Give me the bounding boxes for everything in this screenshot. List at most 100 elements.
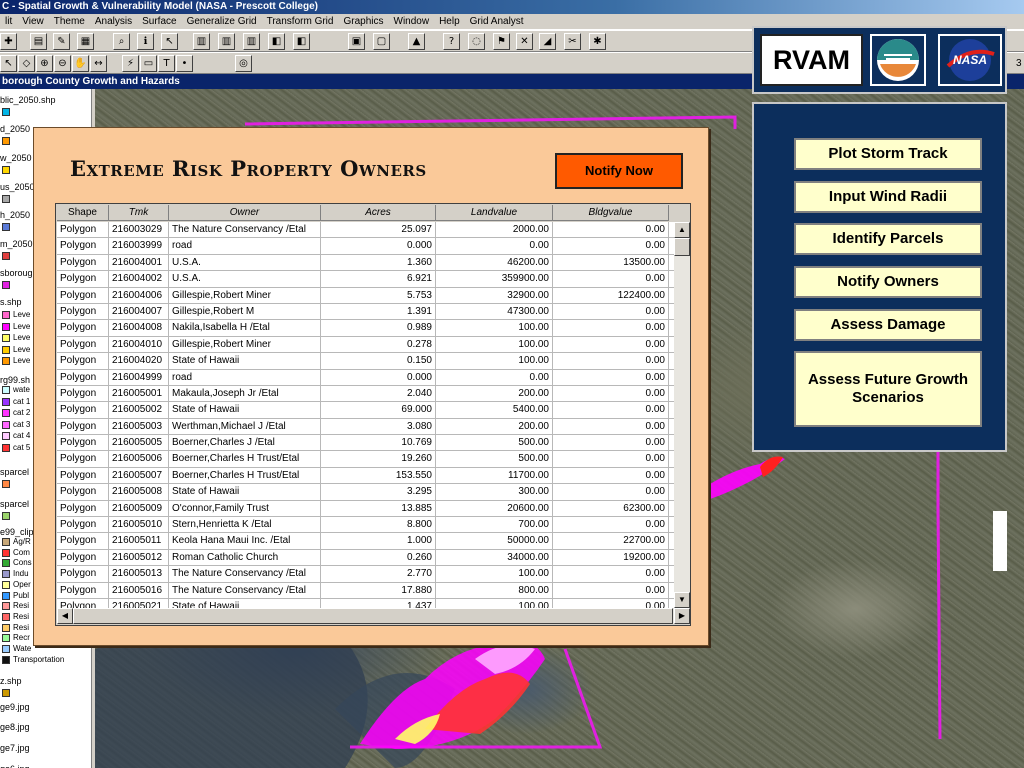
toc-layer-name[interactable]: ge8.jpg: [0, 722, 30, 732]
text-icon[interactable]: T: [158, 55, 175, 72]
toc-layer-name[interactable]: ge7.jpg: [0, 743, 30, 753]
notify-now-button[interactable]: Notify Now: [555, 153, 683, 189]
binoculars-icon[interactable]: ⌕: [113, 33, 130, 50]
plot-storm-track-button[interactable]: Plot Storm Track: [794, 138, 982, 170]
help-icon[interactable]: ?: [443, 33, 460, 50]
table-row[interactable]: Polygon 216004008 Nakila,Isabella H /Etal 0…: [57, 320, 674, 337]
table-row[interactable]: Polygon 216005010 Stern,Henrietta K /Etal 8…: [57, 517, 674, 534]
scroll-left-icon[interactable]: ◀: [57, 608, 73, 624]
table-row[interactable]: Polygon 216004999 road 0.000 0.00 0.00: [57, 369, 674, 386]
label-icon[interactable]: ▭: [140, 55, 157, 72]
toc-layer-name[interactable]: d_2050: [0, 124, 30, 134]
menu-item[interactable]: Theme: [49, 16, 90, 27]
spray-icon[interactable]: ◎: [235, 55, 252, 72]
open-icon[interactable]: ▤: [30, 33, 47, 50]
toc-layer-name[interactable]: sparcel: [0, 467, 29, 477]
toc-layer-name[interactable]: m_2050: [0, 239, 33, 249]
column-header[interactable]: Owner: [169, 205, 321, 221]
vertex-icon[interactable]: ◇: [18, 55, 35, 72]
measure-icon[interactable]: ↔: [90, 55, 107, 72]
info-icon[interactable]: ℹ: [137, 33, 154, 50]
draw-icon[interactable]: ◌: [468, 33, 485, 50]
table-row[interactable]: Polygon 216005003 Werthman,Michael J /Etal…: [57, 418, 674, 436]
table-row[interactable]: Polygon 216005021 State of Hawaii 1.437 100.…: [57, 598, 674, 608]
column-header[interactable]: Acres: [321, 205, 436, 221]
menu-item[interactable]: Analysis: [90, 16, 137, 27]
toc-layer-name[interactable]: rg99.sh: [0, 375, 30, 385]
bug-icon[interactable]: ✱: [589, 33, 606, 50]
toc-layer-name[interactable]: w_2050: [0, 153, 32, 163]
assess-future-growth-button[interactable]: Assess Future Growth Scenarios: [794, 351, 982, 427]
identify-parcels-button[interactable]: Identify Parcels: [794, 223, 982, 255]
add-icon[interactable]: ✚: [0, 33, 17, 50]
horizontal-scrollbar[interactable]: ◀ ▶: [57, 608, 690, 624]
table-row[interactable]: Polygon 216005006 Boerner,Charles H Trust/…: [57, 451, 674, 468]
toc-layer-name[interactable]: us_2050: [0, 182, 35, 192]
arrow-icon[interactable]: ↖: [0, 55, 17, 72]
toc-layer-name[interactable]: ge9.jpg: [0, 702, 30, 712]
menu-item[interactable]: lit: [0, 16, 17, 27]
table-row[interactable]: Polygon 216004007 Gillespie,Robert M 1.391 4…: [57, 303, 674, 321]
toc-layer-name[interactable]: s.shp: [0, 297, 22, 307]
notify-owners-button[interactable]: Notify Owners: [794, 266, 982, 298]
calc-icon[interactable]: ▦: [77, 33, 94, 50]
menu-item[interactable]: Transform Grid: [262, 16, 339, 27]
scroll-up-icon[interactable]: ▲: [674, 222, 690, 238]
area-icon[interactable]: ◢: [539, 33, 556, 50]
table-row[interactable]: Polygon 216005012 Roman Catholic Church 0.2…: [57, 549, 674, 567]
pointer-icon[interactable]: ↖: [161, 33, 178, 50]
toc-layer-name[interactable]: e99_clip: [0, 527, 34, 537]
horizontal-scroll-thumb[interactable]: [73, 608, 673, 624]
menu-item[interactable]: Generalize Grid: [182, 16, 262, 27]
table-row[interactable]: Polygon 216005001 Makaula,Joseph Jr /Etal 2…: [57, 385, 674, 403]
scroll-right-icon[interactable]: ▶: [674, 608, 690, 624]
close-icon[interactable]: ✕: [516, 33, 533, 50]
column-header[interactable]: Bldgvalue: [553, 205, 669, 221]
menu-item[interactable]: Grid Analyst: [465, 16, 529, 27]
point-icon[interactable]: •: [176, 55, 193, 72]
hotlink-icon[interactable]: ⚡: [122, 55, 139, 72]
table-icon[interactable]: ▥: [193, 33, 210, 50]
table-row[interactable]: Polygon 216005011 Keola Hana Maui Inc. /Et…: [57, 533, 674, 550]
menu-item[interactable]: Surface: [137, 16, 181, 27]
toc-layer-name[interactable]: sparcel: [0, 499, 29, 509]
menu-item[interactable]: Window: [389, 16, 435, 27]
table-row[interactable]: Polygon 216005002 State of Hawaii 69.000 540…: [57, 402, 674, 419]
toc-layer-name[interactable]: ge6.jpg: [0, 764, 30, 768]
table-row[interactable]: Polygon 216005009 O'connor,Family Trust 13.…: [57, 500, 674, 518]
cut-icon[interactable]: ✂: [564, 33, 581, 50]
table-row[interactable]: Polygon 216005013 The Nature Conservancy /…: [57, 566, 674, 583]
table-row[interactable]: Polygon 216004010 Gillespie,Robert Miner 0.…: [57, 336, 674, 354]
column-header[interactable]: Shape: [57, 205, 109, 221]
table-row[interactable]: Polygon 216005005 Boerner,Charles J /Etal 1…: [57, 435, 674, 452]
layer2-icon[interactable]: ◧: [293, 33, 310, 50]
table-row[interactable]: Polygon 216003029 The Nature Conservancy /…: [57, 222, 674, 239]
vertical-scrollbar[interactable]: ▲ ▼: [674, 222, 690, 608]
table3-icon[interactable]: ▥: [243, 33, 260, 50]
toc-layer-name[interactable]: blic_2050.shp: [0, 95, 56, 105]
select-icon[interactable]: ▣: [348, 33, 365, 50]
table-row[interactable]: Polygon 216004020 State of Hawaii 0.150 100.…: [57, 353, 674, 370]
assess-damage-button[interactable]: Assess Damage: [794, 309, 982, 341]
table-row[interactable]: Polygon 216005007 Boerner,Charles H Trust/…: [57, 467, 674, 485]
run-icon[interactable]: ⚑: [493, 33, 510, 50]
table2-icon[interactable]: ▥: [218, 33, 235, 50]
scroll-down-icon[interactable]: ▼: [674, 592, 690, 608]
table-row[interactable]: Polygon 216004002 U.S.A. 6.921 359900.00 0.00: [57, 271, 674, 288]
table-row[interactable]: Polygon 216005008 State of Hawaii 3.295 300.…: [57, 484, 674, 501]
pan-icon[interactable]: ✋: [72, 55, 89, 72]
chart-icon[interactable]: ▲: [408, 33, 425, 50]
edit-icon[interactable]: ✎: [53, 33, 70, 50]
layer-icon[interactable]: ◧: [268, 33, 285, 50]
vertical-scroll-thumb[interactable]: [674, 238, 690, 256]
column-header[interactable]: Tmk: [109, 205, 169, 221]
toc-layer-name[interactable]: h_2050: [0, 210, 30, 220]
menu-item[interactable]: Graphics: [338, 16, 388, 27]
menu-item[interactable]: Help: [434, 16, 465, 27]
input-wind-radii-button[interactable]: Input Wind Radii: [794, 181, 982, 213]
table-row[interactable]: Polygon 216004001 U.S.A. 1.360 46200.00 13500…: [57, 254, 674, 272]
zoom-out-icon[interactable]: ⊖: [54, 55, 71, 72]
table-row[interactable]: Polygon 216005016 The Nature Conservancy /…: [57, 582, 674, 599]
menu-item[interactable]: View: [17, 16, 49, 27]
zoom-in-icon[interactable]: ⊕: [36, 55, 53, 72]
